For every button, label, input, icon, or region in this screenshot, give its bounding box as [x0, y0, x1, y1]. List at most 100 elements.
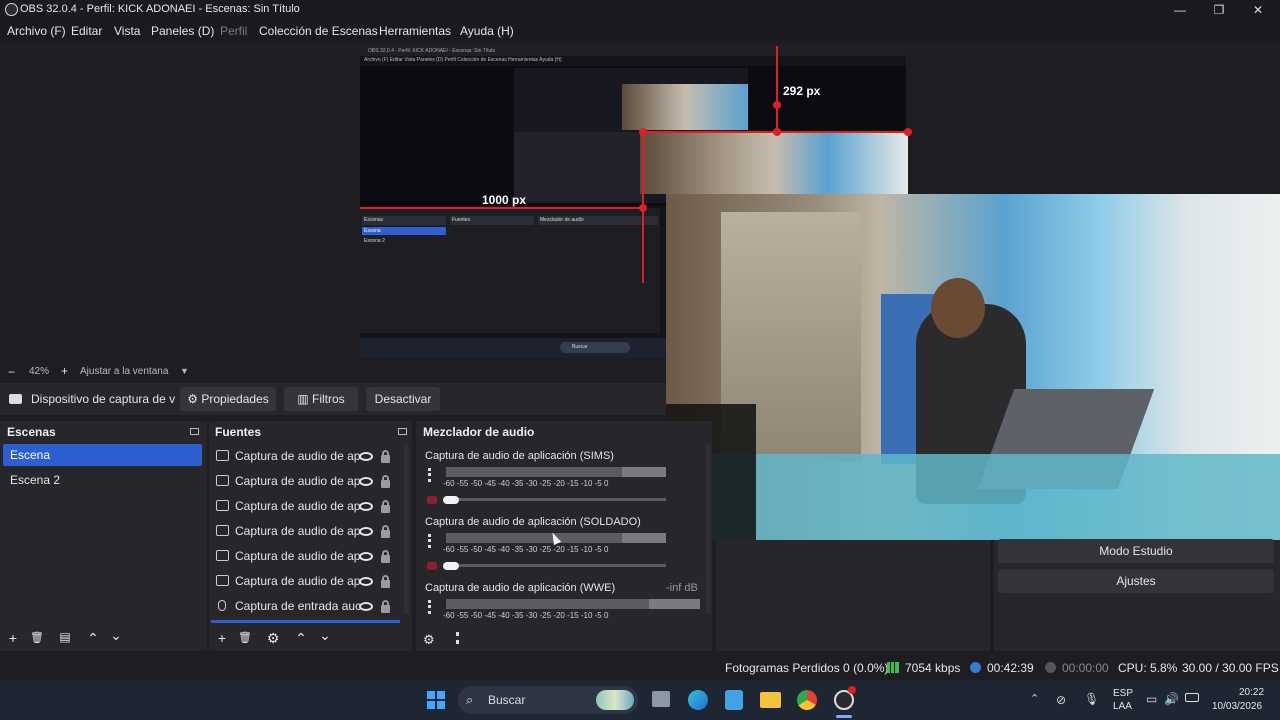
move-source-up-button[interactable]: ⌃ — [292, 630, 310, 647]
close-button[interactable]: ✕ — [1239, 0, 1277, 20]
keyboard-layout[interactable]: LAA — [1113, 701, 1132, 712]
visibility-eye-icon[interactable] — [359, 552, 373, 561]
channel-menu-icon[interactable] — [428, 468, 434, 482]
undock-icon[interactable] — [398, 428, 407, 435]
speaker-icon[interactable] — [427, 562, 437, 570]
maximize-button[interactable]: ❐ — [1200, 0, 1238, 20]
resize-handle[interactable] — [904, 128, 912, 136]
bed-sheet — [666, 454, 1280, 540]
store-app-icon[interactable] — [725, 690, 743, 710]
menu-coleccion-escenas[interactable]: Colección de Escenas — [259, 24, 378, 38]
menu-vista[interactable]: Vista — [114, 24, 140, 38]
lock-icon[interactable] — [381, 480, 390, 488]
lock-icon[interactable] — [381, 505, 390, 513]
sources-header: Fuentes — [215, 425, 262, 439]
menu-perfil[interactable]: Perfil — [220, 24, 247, 38]
nested-scenes-header: Escenas — [362, 216, 446, 225]
volume-slider[interactable] — [446, 564, 666, 567]
muted-camera-icon[interactable]: ⊘ — [1056, 693, 1066, 707]
person-head — [931, 278, 985, 338]
move-scene-down-button[interactable]: ⌄ — [107, 627, 125, 644]
add-scene-button[interactable]: + — [4, 630, 22, 646]
volume-slider-handle[interactable] — [443, 562, 459, 570]
add-source-button[interactable]: + — [213, 630, 231, 646]
lock-icon[interactable] — [381, 605, 390, 613]
search-icon: ⌕ — [466, 692, 474, 707]
mixer-channel-name: Captura de audio de aplicación (SOLDADO) — [425, 516, 641, 528]
app-audio-icon — [216, 550, 229, 561]
bitrate: 7054 kbps — [905, 661, 961, 675]
filters-button[interactable]: ▥ Filtros — [284, 387, 358, 411]
visibility-eye-icon[interactable] — [359, 477, 373, 486]
app-audio-icon — [216, 500, 229, 511]
deactivate-button[interactable]: Desactivar — [366, 387, 440, 411]
speaker-icon[interactable] — [427, 496, 437, 504]
visibility-eye-icon[interactable] — [359, 452, 373, 461]
menu-editar[interactable]: Editar — [71, 24, 102, 38]
sources-scrollbar[interactable] — [404, 444, 409, 614]
filter-icon: ▥ — [297, 392, 312, 406]
chrome-icon[interactable] — [797, 690, 817, 710]
task-view-icon[interactable] — [652, 691, 670, 707]
visibility-eye-icon[interactable] — [359, 577, 373, 586]
fit-to-window-select[interactable]: Ajustar a la ventana — [80, 366, 168, 377]
nested-camera-small — [622, 84, 748, 130]
resize-handle[interactable] — [639, 128, 647, 136]
move-source-down-button[interactable]: ⌄ — [316, 627, 334, 644]
mixer-menu-icon[interactable] — [456, 632, 462, 644]
nested-title: OBS 32.0.4 - Perfil: KICK ADONAEI - Esce… — [360, 46, 906, 56]
settings-button[interactable]: Ajustes — [998, 569, 1274, 593]
active-app-indicator — [836, 715, 852, 718]
advanced-audio-gear-icon[interactable]: ⚙ — [423, 632, 435, 648]
lock-icon[interactable] — [381, 530, 390, 538]
chevron-down-icon[interactable]: ▼ — [180, 366, 189, 376]
visibility-eye-icon[interactable] — [359, 527, 373, 536]
network-icon[interactable]: ▭ — [1146, 692, 1157, 706]
remove-source-button[interactable]: 🗑 — [236, 631, 254, 644]
studio-mode-button[interactable]: Modo Estudio — [998, 539, 1274, 563]
undock-icon[interactable] — [190, 428, 199, 435]
menu-herramientas[interactable]: Herramientas — [379, 24, 451, 38]
volume-slider-handle[interactable] — [443, 496, 459, 504]
microphone-tray-icon[interactable]: 🎙 — [1084, 692, 1099, 706]
volume-meter — [446, 599, 700, 609]
tray-overflow-icon[interactable]: ⌃ — [1030, 692, 1039, 705]
remove-scene-button[interactable]: 🗑 — [28, 631, 46, 644]
zoom-in-button[interactable]: + — [61, 364, 68, 378]
channel-menu-icon[interactable] — [428, 534, 434, 548]
menu-ayuda[interactable]: Ayuda (H) — [460, 24, 514, 38]
menu-archivo[interactable]: Archivo (F) — [7, 24, 66, 38]
lock-icon[interactable] — [381, 455, 390, 463]
language-code[interactable]: ESP — [1113, 688, 1133, 699]
battery-icon[interactable] — [1185, 693, 1199, 702]
resize-handle[interactable] — [773, 128, 781, 136]
volume-icon[interactable]: 🔊 — [1164, 692, 1179, 706]
scene-filters-button[interactable]: ▤ — [56, 630, 74, 644]
properties-button[interactable]: ⚙ Propiedades — [180, 387, 276, 411]
resize-handle[interactable] — [639, 204, 647, 212]
mixer-header: Mezclador de audio — [423, 425, 535, 439]
scene-item-escena[interactable]: Escena — [3, 444, 202, 466]
resize-handle[interactable] — [773, 101, 781, 109]
edge-browser-icon[interactable] — [688, 690, 708, 710]
volume-slider[interactable] — [446, 498, 666, 501]
lock-icon[interactable] — [381, 555, 390, 563]
menu-paneles[interactable]: Paneles (D) — [151, 24, 214, 38]
zoom-out-button[interactable]: − — [8, 365, 15, 379]
source-properties-button[interactable]: ⚙ — [264, 630, 282, 647]
lock-icon[interactable] — [381, 580, 390, 588]
scenes-header: Escenas — [7, 425, 56, 439]
visibility-eye-icon[interactable] — [359, 502, 373, 511]
nested-scene-item: Escena 2 — [364, 238, 385, 244]
clock-time[interactable]: 20:22 — [1239, 687, 1264, 698]
mixer-scrollbar[interactable] — [706, 444, 711, 614]
nested-panels-small — [514, 132, 644, 202]
channel-menu-icon[interactable] — [428, 600, 434, 614]
clock-date[interactable]: 10/03/2026 — [1212, 701, 1262, 712]
obs-logo-icon — [5, 3, 18, 16]
visibility-eye-icon[interactable] — [359, 602, 373, 611]
move-scene-up-button[interactable]: ⌃ — [84, 630, 102, 647]
file-explorer-icon[interactable] — [760, 692, 781, 708]
minimize-button[interactable]: — — [1161, 0, 1199, 20]
scene-item-escena-2[interactable]: Escena 2 — [3, 469, 202, 491]
